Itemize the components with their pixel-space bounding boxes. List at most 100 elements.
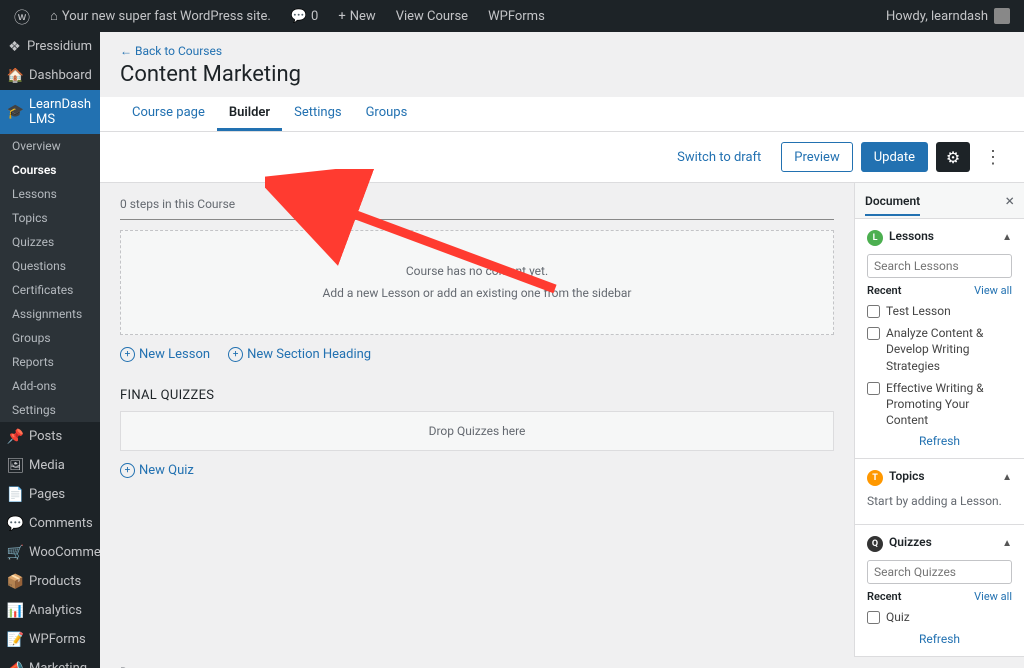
lesson-item[interactable]: Analyze Content & Develop Writing Strate… — [867, 325, 1012, 374]
quizzes-view-all-link[interactable]: View all — [974, 590, 1012, 603]
sidebar-sub-courses[interactable]: Courses — [0, 158, 100, 182]
sidebar-item-posts[interactable]: 📌Posts — [0, 422, 100, 451]
sidebar-sub-add-ons[interactable]: Add-ons — [0, 374, 100, 398]
gear-icon: ⚙ — [946, 148, 960, 167]
tab-builder[interactable]: Builder — [217, 97, 282, 131]
settings-gear-button[interactable]: ⚙ — [936, 142, 970, 172]
switch-to-draft-button[interactable]: Switch to draft — [665, 142, 773, 172]
lesson-checkbox[interactable] — [867, 327, 880, 340]
lesson-checkbox[interactable] — [867, 305, 880, 318]
menu-label: LearnDash LMS — [29, 97, 92, 127]
sidebar-sub-assignments[interactable]: Assignments — [0, 302, 100, 326]
comments-link[interactable]: 💬0 — [285, 0, 325, 32]
more-menu-button[interactable]: ⋮ — [978, 142, 1008, 172]
sidebar-item-dashboard[interactable]: 🏠Dashboard — [0, 61, 100, 90]
final-quizzes-heading: FINAL QUIZZES — [120, 388, 834, 403]
site-home-link[interactable]: ⌂Your new super fast WordPress site. — [44, 0, 277, 32]
menu-icon: 🏠 — [8, 68, 23, 83]
lessons-badge-icon: L — [867, 230, 883, 246]
sidebar-item-marketing[interactable]: 📣Marketing — [0, 654, 100, 668]
quizzes-refresh-link[interactable]: Refresh — [867, 632, 1012, 646]
sidebar-item-wpforms[interactable]: 📝WPForms — [0, 625, 100, 654]
update-button[interactable]: Update — [861, 142, 928, 172]
quiz-checkbox[interactable] — [867, 611, 880, 624]
menu-label: Products — [29, 574, 81, 589]
sidebar-sub-reports[interactable]: Reports — [0, 350, 100, 374]
sidebar-item-products[interactable]: 📦 Products — [0, 567, 100, 596]
plus-icon: + — [338, 9, 345, 24]
avatar — [994, 8, 1010, 24]
home-icon: ⌂ — [50, 8, 58, 24]
lessons-refresh-link[interactable]: Refresh — [867, 434, 1012, 448]
topics-section-toggle[interactable]: T Topics ▲ — [867, 469, 1012, 486]
sidebar-sub-settings[interactable]: Settings — [0, 398, 100, 422]
new-section-label: New Section Heading — [247, 347, 371, 362]
drop-quizzes-zone[interactable]: Drop Quizzes here — [120, 411, 834, 451]
wpforms-link[interactable]: WPForms — [482, 0, 551, 32]
search-lessons-input[interactable] — [867, 254, 1012, 278]
document-tab[interactable]: Document — [865, 194, 920, 216]
menu-icon: 🖼 — [8, 458, 23, 473]
new-content-link[interactable]: +New — [332, 0, 381, 32]
preview-button[interactable]: Preview — [781, 142, 852, 172]
lessons-section-toggle[interactable]: LLessons ▲ — [867, 229, 1012, 246]
wp-logo[interactable]: ⓦ — [8, 0, 36, 32]
sidebar-item-woocommerce[interactable]: 🛒 WooCommerce — [0, 538, 100, 567]
new-lesson-button[interactable]: +New Lesson — [120, 347, 210, 362]
lessons-title: Lessons — [889, 229, 934, 243]
sidebar-sub-certificates[interactable]: Certificates — [0, 278, 100, 302]
chevron-up-icon: ▲ — [1002, 472, 1012, 483]
close-icon: × — [1005, 191, 1014, 210]
sidebar-sub-overview[interactable]: Overview — [0, 134, 100, 158]
sidebar-item-comments[interactable]: 💬Comments — [0, 509, 100, 538]
lesson-name: Analyze Content & Develop Writing Strate… — [886, 325, 1012, 374]
sidebar-item-learndash-lms[interactable]: 🎓LearnDash LMS — [0, 90, 100, 134]
back-to-courses-link[interactable]: ← Back to Courses — [100, 32, 1024, 62]
new-lesson-label: New Lesson — [139, 347, 210, 362]
steps-count: 0 steps in this Course — [120, 183, 834, 220]
menu-label: WPForms — [29, 632, 86, 647]
empty-course-box: Course has no content yet. Add a new Les… — [120, 230, 834, 335]
sidebar-item-pages[interactable]: 📄Pages — [0, 480, 100, 509]
lesson-item[interactable]: Test Lesson — [867, 303, 1012, 319]
action-bar: Switch to draft Preview Update ⚙ ⋮ — [100, 132, 1024, 183]
menu-label: WooCommerce — [29, 545, 100, 560]
sidebar-sub-groups[interactable]: Groups — [0, 326, 100, 350]
lesson-item[interactable]: Effective Writing & Promoting Your Conte… — [867, 380, 1012, 429]
new-section-button[interactable]: +New Section Heading — [228, 347, 371, 362]
quizzes-title: Quizzes — [889, 535, 932, 549]
menu-icon: 💬 — [8, 516, 23, 531]
tab-settings[interactable]: Settings — [282, 97, 353, 131]
search-quizzes-input[interactable] — [867, 560, 1012, 584]
close-panel-button[interactable]: × — [1005, 191, 1014, 210]
lessons-recent-label: Recent — [867, 284, 901, 297]
lessons-view-all-link[interactable]: View all — [974, 284, 1012, 297]
new-quiz-label: New Quiz — [139, 463, 194, 478]
document-footer: Document — [100, 657, 1024, 668]
tab-groups[interactable]: Groups — [354, 97, 420, 131]
menu-label: Media — [29, 458, 65, 473]
quiz-item[interactable]: Quiz — [867, 609, 1012, 625]
sidebar-sub-topics[interactable]: Topics — [0, 206, 100, 230]
menu-icon: 📊 — [8, 603, 23, 618]
lesson-checkbox[interactable] — [867, 382, 880, 395]
howdy-menu[interactable]: Howdy, learndash — [886, 8, 1016, 24]
empty-line-2: Add a new Lesson or add an existing one … — [151, 283, 803, 305]
topics-help-text: Start by adding a Lesson. — [867, 494, 1012, 508]
sidebar-sub-lessons[interactable]: Lessons — [0, 182, 100, 206]
menu-icon: 📦 — [8, 574, 23, 589]
sidebar-item-analytics[interactable]: 📊Analytics — [0, 596, 100, 625]
topics-title: Topics — [889, 469, 925, 483]
menu-icon: 🛒 — [8, 545, 23, 560]
tab-course-page[interactable]: Course page — [120, 97, 217, 131]
quizzes-section-toggle[interactable]: QQuizzes ▲ — [867, 535, 1012, 552]
sidebar-sub-questions[interactable]: Questions — [0, 254, 100, 278]
comment-count: 0 — [311, 9, 318, 24]
new-quiz-button[interactable]: +New Quiz — [120, 463, 194, 478]
quizzes-badge-icon: Q — [867, 536, 883, 552]
view-course-link[interactable]: View Course — [390, 0, 474, 32]
sidebar-item-pressidium[interactable]: ❖Pressidium — [0, 32, 100, 61]
sidebar-sub-quizzes[interactable]: Quizzes — [0, 230, 100, 254]
sidebar-item-media[interactable]: 🖼 Media — [0, 451, 100, 480]
topics-badge-icon: T — [867, 470, 883, 486]
